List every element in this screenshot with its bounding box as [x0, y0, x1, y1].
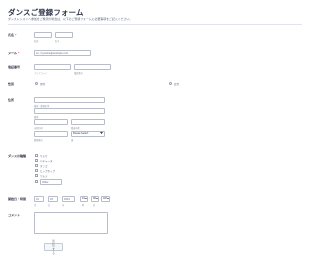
chevron-down-icon: [84, 197, 87, 200]
day-sublabel: 日: [48, 203, 51, 207]
dance-bachata-checkbox[interactable]: [35, 159, 38, 162]
email-input[interactable]: ex: myname@example.com: [34, 50, 91, 56]
gender-label: 性別: [8, 82, 15, 86]
street-address-line2-sublabel: 番地: [34, 115, 39, 119]
city-sublabel: 市区町村: [34, 126, 43, 130]
start-date-label: 開始日・時間: [8, 197, 27, 201]
zip-sublabel: 郵便番号: [34, 138, 43, 142]
gender-female-label: 女性: [174, 83, 180, 86]
dance-bachata-label: バチャータ: [40, 160, 53, 163]
ampm-select[interactable]: AM: [101, 196, 110, 202]
comments-textarea[interactable]: [34, 212, 108, 234]
dance-hiphop-checkbox[interactable]: [35, 169, 38, 172]
hour-sublabel: 時: [82, 203, 85, 207]
country-select[interactable]: Please Select: [71, 131, 105, 137]
zip-input[interactable]: [34, 131, 68, 137]
street-address-input[interactable]: [34, 97, 105, 103]
minute-sublabel: 分: [93, 203, 96, 207]
time-separator: :: [89, 197, 90, 199]
dance-other-checkbox[interactable]: [35, 180, 38, 183]
submit-button[interactable]: 送信する: [44, 240, 63, 255]
phone-label: 電話番号: [8, 65, 21, 69]
year-sublabel: 年: [62, 203, 65, 207]
area-code-input[interactable]: [34, 64, 71, 70]
street-address-line2-input[interactable]: [34, 108, 105, 114]
form-subtitle: ダンスレッスンへ参加をご希望の場合は、以下のご登録フォームに必要事項をご記入くだ…: [8, 17, 133, 21]
name-label-text: 氏名: [8, 33, 15, 37]
gender-male-radio[interactable]: [35, 82, 38, 85]
gender-female-radio[interactable]: [169, 82, 172, 85]
dance-hiphop-label: ヒップホップ: [40, 170, 56, 173]
city-input[interactable]: [34, 119, 68, 125]
dance-salsa-label: サルサ: [40, 155, 48, 158]
chevron-down-icon: [106, 197, 109, 200]
dance-tango-checkbox[interactable]: [35, 164, 38, 167]
address-label: 住所: [8, 98, 15, 102]
email-label: メール*: [8, 51, 20, 55]
required-mark: *: [18, 51, 20, 55]
first-name-input[interactable]: [34, 32, 52, 38]
last-name-input[interactable]: [55, 32, 73, 38]
email-label-text: メール: [8, 51, 18, 55]
hour-select[interactable]: 01: [80, 196, 88, 202]
area-code-sublabel: エリアコード: [34, 71, 48, 75]
required-mark: *: [15, 33, 17, 37]
dance-type-label: ダンスの種類: [8, 154, 26, 158]
dance-salsa-checkbox[interactable]: [35, 154, 38, 157]
minute-select[interactable]: 00: [91, 196, 99, 202]
month-input[interactable]: 01: [34, 196, 44, 202]
day-input[interactable]: 03: [48, 196, 58, 202]
phone-number-input[interactable]: [74, 64, 111, 70]
last-name-sublabel: 名字: [55, 39, 60, 43]
country-sublabel: 国: [71, 138, 74, 142]
year-input[interactable]: 2024: [62, 196, 75, 202]
country-select-value: Please Select: [73, 132, 89, 136]
state-input[interactable]: [71, 119, 105, 125]
phone-number-sublabel: 電話番号: [74, 71, 83, 75]
date-separator: -: [59, 197, 61, 199]
name-label: 氏名*: [8, 33, 17, 37]
date-separator: -: [45, 197, 47, 199]
dance-other-input[interactable]: Other: [40, 179, 62, 185]
header-divider: [8, 24, 302, 25]
dance-waltz-label: ワルツ: [40, 175, 48, 178]
comments-label: コメント: [8, 213, 21, 217]
state-sublabel: 都道府県: [71, 126, 80, 130]
first-name-sublabel: 名前: [34, 39, 39, 43]
month-sublabel: 月: [34, 203, 37, 207]
chevron-down-icon: [95, 197, 98, 200]
street-address-sublabel: 番地・建物名等: [34, 104, 50, 108]
chevron-down-icon: [100, 132, 103, 135]
gender-male-label: 男性: [40, 83, 46, 86]
dance-tango-label: タンゴ: [40, 165, 48, 168]
dance-waltz-checkbox[interactable]: [35, 174, 38, 177]
